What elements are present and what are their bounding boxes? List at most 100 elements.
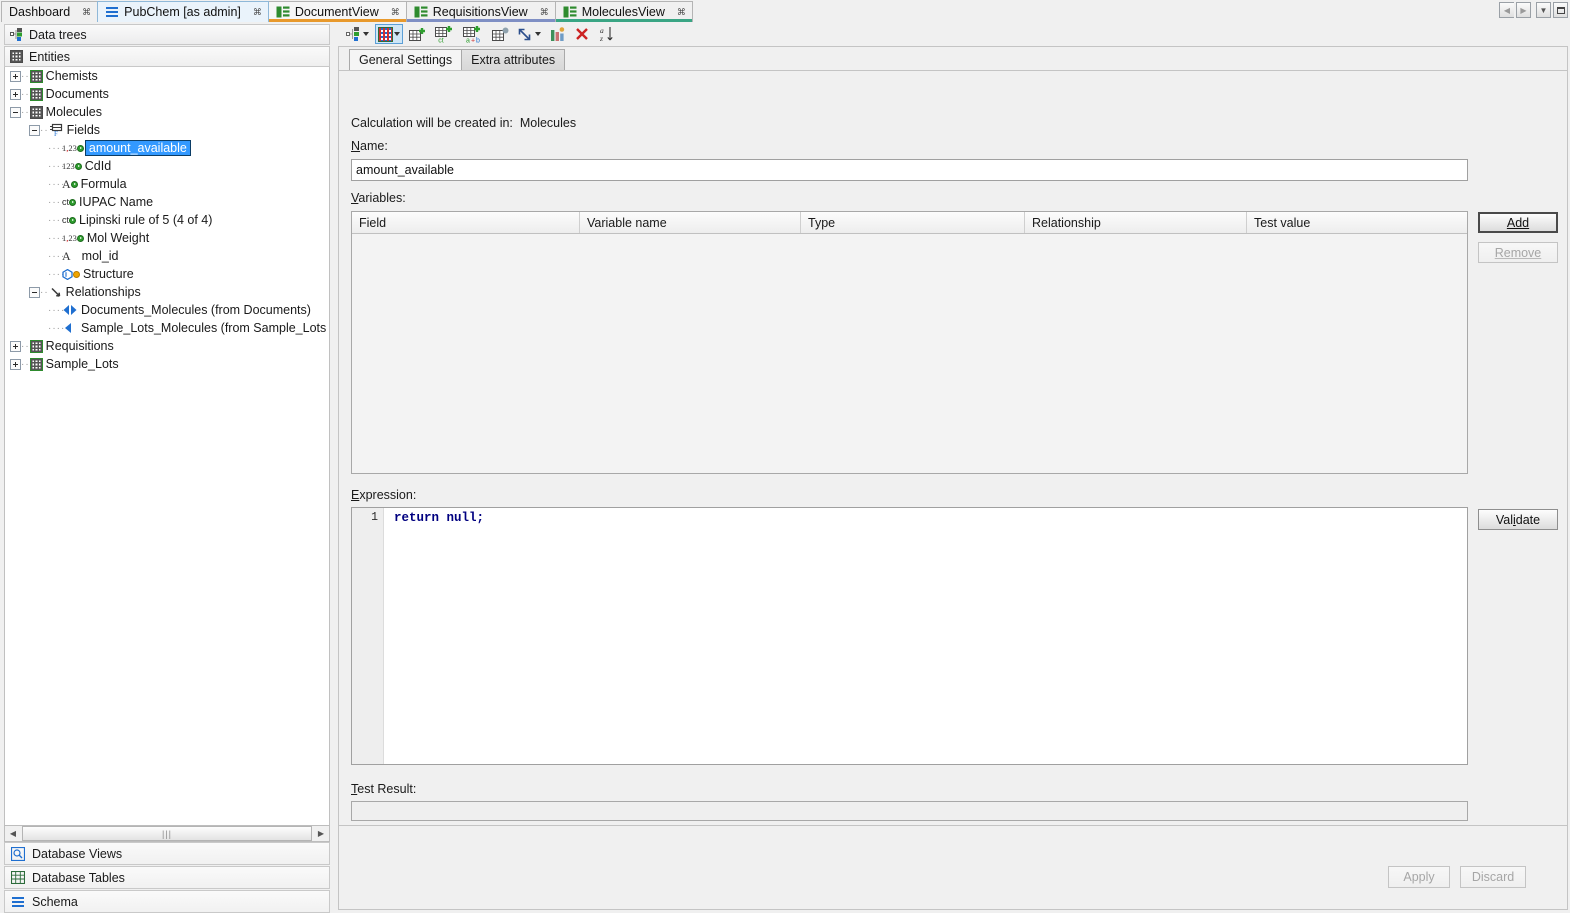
tree-node[interactable]: ····Sample_Lots_Molecules (from Sample_L… bbox=[5, 319, 329, 337]
tree-connector: ···· bbox=[48, 179, 62, 190]
close-icon[interactable]: ⌘ bbox=[538, 8, 551, 17]
expression-label-rest: xpression: bbox=[359, 488, 416, 502]
window-tab-documentview[interactable]: DocumentView⌘ bbox=[268, 1, 407, 22]
tree-node[interactable]: ··Sample_Lots bbox=[5, 355, 329, 373]
close-icon[interactable]: ⌘ bbox=[80, 8, 93, 17]
tree-node[interactable]: ····1,23Mol Weight bbox=[5, 229, 329, 247]
column-header-variable-name[interactable]: Variable name bbox=[580, 212, 801, 233]
tree-expander[interactable] bbox=[29, 125, 40, 136]
tree-node[interactable]: ····123CdId bbox=[5, 157, 329, 175]
tree-node[interactable]: ····AFormula bbox=[5, 175, 329, 193]
calculation-target-prefix: Calculation will be created in: bbox=[351, 116, 513, 130]
entity-grid-button[interactable] bbox=[375, 24, 403, 44]
tree-node-label: Sample_Lots bbox=[43, 357, 119, 371]
tree-node-label: amount_available bbox=[85, 140, 191, 156]
variables-table[interactable]: Field Variable name Type Relationship Te… bbox=[351, 211, 1468, 474]
tree-node[interactable]: ···· Structure bbox=[5, 265, 329, 283]
tree-node[interactable]: ····Amol_id bbox=[5, 247, 329, 265]
column-header-field[interactable]: Field bbox=[352, 212, 580, 233]
data-tree-button[interactable] bbox=[343, 24, 372, 44]
tree-node[interactable]: ··Molecules bbox=[5, 103, 329, 121]
svg-text:+: + bbox=[471, 37, 475, 43]
sort-button[interactable]: az bbox=[595, 24, 617, 44]
close-icon[interactable]: ⌘ bbox=[251, 8, 264, 17]
close-icon[interactable]: ⌘ bbox=[675, 8, 688, 17]
tree-node[interactable]: ····Documents_Molecules (from Documents) bbox=[5, 301, 329, 319]
add-ct-field-button[interactable]: ct bbox=[432, 24, 457, 44]
tree-expander[interactable] bbox=[10, 89, 21, 100]
tab-scroll-left-button[interactable]: ◀ bbox=[1499, 2, 1514, 18]
tree-node[interactable]: ····ctLipinski rule of 5 (4 of 4) bbox=[5, 211, 329, 229]
integer-field-icon: 123 bbox=[62, 161, 82, 171]
tree-node[interactable]: ··Documents bbox=[5, 85, 329, 103]
schema-icon bbox=[11, 896, 25, 908]
scroll-right-icon[interactable]: ▶ bbox=[313, 826, 329, 841]
tree-node-label: Relationships bbox=[63, 285, 141, 299]
tree-expander[interactable] bbox=[29, 287, 40, 298]
restore-window-button[interactable] bbox=[1553, 2, 1568, 18]
restore-icon bbox=[1557, 7, 1565, 14]
tree-node[interactable]: ····ctIUPAC Name bbox=[5, 193, 329, 211]
tree-expander[interactable] bbox=[10, 359, 21, 370]
tree-node-label: Lipinski rule of 5 (4 of 4) bbox=[76, 213, 212, 227]
add-variable-button[interactable]: Add bbox=[1478, 212, 1558, 233]
sidebar-item-database-views[interactable]: Database Views bbox=[4, 842, 330, 865]
green-dot-icon bbox=[69, 199, 76, 206]
expression-editor[interactable]: 1 return null; bbox=[351, 507, 1468, 765]
tree-node[interactable]: ··FFields bbox=[5, 121, 329, 139]
name-input[interactable]: amount_available bbox=[351, 159, 1468, 181]
tree-expander[interactable] bbox=[10, 107, 21, 118]
variables-label-rest: ariables: bbox=[358, 191, 405, 205]
column-header-type[interactable]: Type bbox=[801, 212, 1025, 233]
tab-general-settings[interactable]: General Settings bbox=[349, 49, 462, 70]
column-header-test-value[interactable]: Test value bbox=[1247, 212, 1467, 233]
window-tab-pubchem-as-admin[interactable]: PubChem [as admin]⌘ bbox=[97, 1, 269, 22]
remove-button-label: Remove bbox=[1495, 246, 1542, 260]
close-icon[interactable]: ⌘ bbox=[389, 8, 402, 17]
discard-button-label: Discard bbox=[1472, 870, 1514, 884]
tree-node-label: Formula bbox=[78, 177, 127, 191]
window-tab-moleculesview[interactable]: MoleculesView⌘ bbox=[555, 1, 693, 22]
svg-text:a: a bbox=[466, 37, 470, 43]
add-entity-button[interactable] bbox=[406, 24, 429, 44]
tab-extra-attributes[interactable]: Extra attributes bbox=[461, 49, 565, 70]
relationship-button[interactable] bbox=[515, 24, 544, 44]
scroll-left-icon[interactable]: ◀ bbox=[5, 826, 21, 841]
tree-expander[interactable] bbox=[10, 341, 21, 352]
sidebar-item-database-tables[interactable]: Database Tables bbox=[4, 866, 330, 889]
validate-button[interactable]: Validate bbox=[1478, 509, 1558, 530]
chevron-down-icon[interactable] bbox=[394, 32, 400, 36]
tree-node[interactable]: ····1,23amount_available bbox=[5, 139, 329, 157]
svg-text:b: b bbox=[476, 37, 480, 43]
tree-connector: ···· bbox=[48, 269, 62, 280]
tab-scroll-right-button[interactable]: ▶ bbox=[1516, 2, 1531, 18]
tree-node[interactable]: ··Requisitions bbox=[5, 337, 329, 355]
statistics-button[interactable] bbox=[547, 24, 569, 44]
tree-connector: ···· bbox=[48, 233, 62, 244]
right-panel: ct a+b az General Settings Extra attribu… bbox=[336, 22, 1570, 912]
variables-label: Variables: bbox=[351, 191, 406, 205]
name-label-rest: ame: bbox=[360, 139, 388, 153]
tree-connector: ···· bbox=[48, 143, 62, 154]
tab-list-dropdown-button[interactable]: ▼ bbox=[1536, 2, 1551, 18]
entity-grid-icon bbox=[30, 358, 43, 371]
chevron-down-icon[interactable] bbox=[535, 32, 541, 36]
tree-horizontal-scrollbar[interactable]: ◀ ||| ▶ bbox=[4, 825, 330, 842]
delete-button[interactable] bbox=[572, 24, 592, 44]
scrollbar-thumb[interactable]: ||| bbox=[22, 826, 312, 841]
window-tab-dashboard[interactable]: Dashboard⌘ bbox=[1, 1, 98, 22]
tree-expander[interactable] bbox=[10, 71, 21, 82]
window-tab-requisitionsview[interactable]: RequisitionsView⌘ bbox=[406, 1, 556, 22]
tree-node[interactable]: ··Relationships bbox=[5, 283, 329, 301]
tree-node[interactable]: ··Chemists bbox=[5, 67, 329, 85]
add-text-field-button[interactable]: a+b bbox=[460, 24, 486, 44]
tree-node-label: Structure bbox=[80, 267, 134, 281]
name-input-value: amount_available bbox=[356, 163, 454, 177]
add-calculation-button[interactable] bbox=[489, 24, 512, 44]
column-header-relationship[interactable]: Relationship bbox=[1025, 212, 1247, 233]
entities-tree[interactable]: ··Chemists··Documents··Molecules··FField… bbox=[4, 67, 330, 837]
view-icon bbox=[563, 6, 577, 18]
sidebar-item-schema[interactable]: Schema bbox=[4, 890, 330, 913]
chevron-down-icon[interactable] bbox=[363, 32, 369, 36]
sidebar-item-label: Database Tables bbox=[32, 871, 125, 885]
